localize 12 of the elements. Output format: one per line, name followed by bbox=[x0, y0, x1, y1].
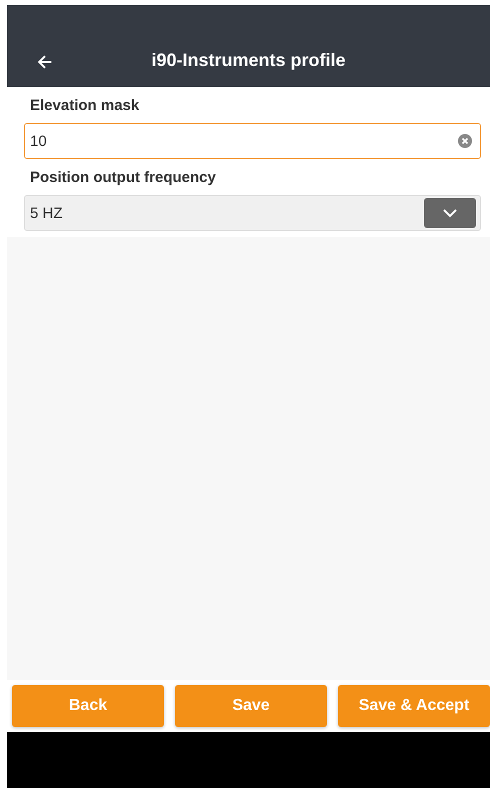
back-arrow-icon[interactable] bbox=[36, 53, 54, 71]
action-button[interactable]: Save bbox=[175, 685, 327, 727]
clear-icon[interactable] bbox=[458, 134, 472, 148]
field-label: Elevation mask bbox=[30, 97, 140, 114]
screen-title: i90-Instruments profile bbox=[150, 50, 347, 71]
field-label: Position output frequency bbox=[30, 169, 217, 186]
dropdown-field[interactable]: 5 HZ bbox=[24, 195, 481, 231]
action-button[interactable]: Save & Accept bbox=[338, 685, 490, 727]
input-field[interactable]: 10 bbox=[24, 123, 481, 159]
action-button[interactable]: Back bbox=[12, 685, 164, 727]
dropdown-button[interactable] bbox=[424, 198, 476, 228]
chevron-down-icon bbox=[442, 208, 458, 218]
